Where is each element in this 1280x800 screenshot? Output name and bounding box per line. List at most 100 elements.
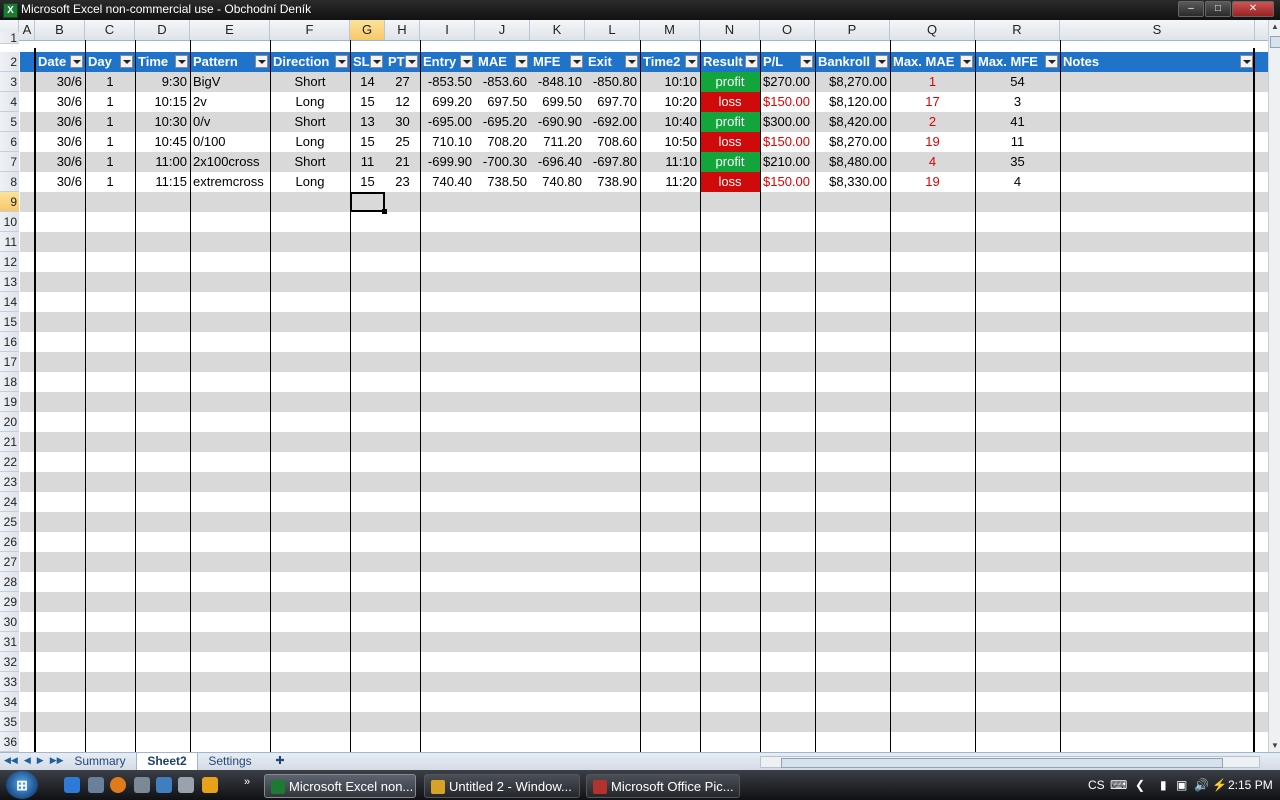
cell-day[interactable]: 1: [85, 132, 135, 152]
cell-mae[interactable]: 738.50: [475, 172, 530, 192]
cell-mae[interactable]: -695.20: [475, 112, 530, 132]
column-header-d[interactable]: D: [135, 20, 190, 40]
cell-pt[interactable]: 27: [385, 72, 420, 92]
internet-explorer-icon[interactable]: [64, 777, 80, 793]
app-quicklaunch-icon[interactable]: [178, 777, 194, 793]
cell-bankroll[interactable]: $8,120.00: [815, 92, 890, 112]
cell-pattern[interactable]: 2x100cross: [190, 152, 270, 172]
taskbar-button-window[interactable]: Untitled 2 - Window...: [424, 774, 580, 798]
column-title-max-mfe[interactable]: Max. MFE: [975, 52, 1060, 72]
cell-time2[interactable]: 11:10: [640, 152, 700, 172]
cell-day[interactable]: 1: [85, 112, 135, 132]
filter-dropdown-icon[interactable]: [685, 55, 698, 68]
column-header-n[interactable]: N: [700, 20, 760, 40]
filter-dropdown-icon[interactable]: [1240, 55, 1253, 68]
row-header-1[interactable]: 1: [0, 32, 19, 44]
cell-date[interactable]: 30/6: [35, 112, 85, 132]
cell-exit[interactable]: 738.90: [585, 172, 640, 192]
column-title-exit[interactable]: Exit: [585, 52, 640, 72]
filter-dropdown-icon[interactable]: [960, 55, 973, 68]
row-header-27[interactable]: 27: [0, 552, 19, 572]
filter-dropdown-icon[interactable]: [625, 55, 638, 68]
row-header-14[interactable]: 14: [0, 292, 19, 312]
column-header-g[interactable]: G: [350, 20, 385, 40]
cell-time[interactable]: 10:15: [135, 92, 190, 112]
cell-pattern[interactable]: extremcross: [190, 172, 270, 192]
cell-time[interactable]: 11:00: [135, 152, 190, 172]
cell-exit[interactable]: 708.60: [585, 132, 640, 152]
cell-pt[interactable]: 25: [385, 132, 420, 152]
column-title-sl[interactable]: SL: [350, 52, 385, 72]
scroll-down-icon[interactable]: ▼: [1269, 741, 1280, 750]
cell-max-mae[interactable]: 4: [890, 152, 975, 172]
cell-time2[interactable]: 11:20: [640, 172, 700, 192]
row-header-7[interactable]: 7: [0, 152, 19, 172]
firefox-icon[interactable]: [110, 777, 126, 793]
filter-dropdown-icon[interactable]: [875, 55, 888, 68]
column-header-f[interactable]: F: [270, 20, 350, 40]
cell-result[interactable]: profit: [700, 72, 760, 92]
column-header-c[interactable]: C: [85, 20, 135, 40]
cell-sl[interactable]: 15: [350, 132, 385, 152]
cell-max-mfe[interactable]: 41: [975, 112, 1060, 132]
cell-direction[interactable]: Short: [270, 152, 350, 172]
cell-entry[interactable]: 740.40: [420, 172, 475, 192]
cell-p-l[interactable]: $150.00: [760, 132, 815, 152]
row-header-2[interactable]: 2: [0, 52, 19, 72]
column-title-time2[interactable]: Time2: [640, 52, 700, 72]
filter-dropdown-icon[interactable]: [70, 55, 83, 68]
cell-entry[interactable]: -699.90: [420, 152, 475, 172]
cell-direction[interactable]: Long: [270, 92, 350, 112]
filter-dropdown-icon[interactable]: [120, 55, 133, 68]
minimize-button[interactable]: –: [1178, 1, 1204, 17]
cell-pattern[interactable]: 0/100: [190, 132, 270, 152]
row-header-25[interactable]: 25: [0, 512, 19, 532]
clock[interactable]: 2:15 PM: [1228, 778, 1273, 792]
cell-time[interactable]: 9:30: [135, 72, 190, 92]
cell-bankroll[interactable]: $8,270.00: [815, 132, 890, 152]
cell-p-l[interactable]: $210.00: [760, 152, 815, 172]
column-title-mae[interactable]: MAE: [475, 52, 530, 72]
safely-remove-icon[interactable]: ▮: [1160, 778, 1167, 792]
prev-sheet-icon[interactable]: ◀: [24, 755, 31, 766]
excel-icon[interactable]: X: [3, 3, 18, 18]
cell-result[interactable]: loss: [700, 172, 760, 192]
row-header-35[interactable]: 35: [0, 712, 19, 732]
cell-mae[interactable]: 697.50: [475, 92, 530, 112]
quicklaunch-expand-icon[interactable]: »: [244, 776, 256, 792]
first-sheet-icon[interactable]: ◀◀: [4, 755, 18, 766]
row-header-32[interactable]: 32: [0, 652, 19, 672]
cell-bankroll[interactable]: $8,480.00: [815, 152, 890, 172]
cell-entry[interactable]: -695.00: [420, 112, 475, 132]
row-header-30[interactable]: 30: [0, 612, 19, 632]
cell-time2[interactable]: 10:20: [640, 92, 700, 112]
cell-mfe[interactable]: -848.10: [530, 72, 585, 92]
row-header-28[interactable]: 28: [0, 572, 19, 592]
cell-day[interactable]: 1: [85, 172, 135, 192]
column-header-r[interactable]: R: [975, 20, 1060, 40]
column-title-pattern[interactable]: Pattern: [190, 52, 270, 72]
row-header-13[interactable]: 13: [0, 272, 19, 292]
row-header-20[interactable]: 20: [0, 412, 19, 432]
row-header-15[interactable]: 15: [0, 312, 19, 332]
column-header-p[interactable]: P: [815, 20, 890, 40]
cell-date[interactable]: 30/6: [35, 132, 85, 152]
cell-pattern[interactable]: BigV: [190, 72, 270, 92]
row-header-11[interactable]: 11: [0, 232, 19, 252]
row-header-33[interactable]: 33: [0, 672, 19, 692]
show-hidden-icons-icon[interactable]: ❮: [1135, 778, 1145, 792]
cell-max-mae[interactable]: 2: [890, 112, 975, 132]
cell-bankroll[interactable]: $8,420.00: [815, 112, 890, 132]
cell-notes[interactable]: [1060, 132, 1255, 152]
column-header-l[interactable]: L: [585, 20, 640, 40]
column-title-pt[interactable]: PT: [385, 52, 420, 72]
maximize-button[interactable]: □: [1205, 1, 1231, 17]
cell-sl[interactable]: 15: [350, 92, 385, 112]
cell-notes[interactable]: [1060, 112, 1255, 132]
power-icon[interactable]: ⚡: [1212, 778, 1227, 792]
row-header-34[interactable]: 34: [0, 692, 19, 712]
row-header-8[interactable]: 8: [0, 172, 19, 192]
last-sheet-icon[interactable]: ▶▶: [50, 755, 64, 766]
close-button[interactable]: ✕: [1232, 1, 1274, 17]
cell-p-l[interactable]: $150.00: [760, 92, 815, 112]
